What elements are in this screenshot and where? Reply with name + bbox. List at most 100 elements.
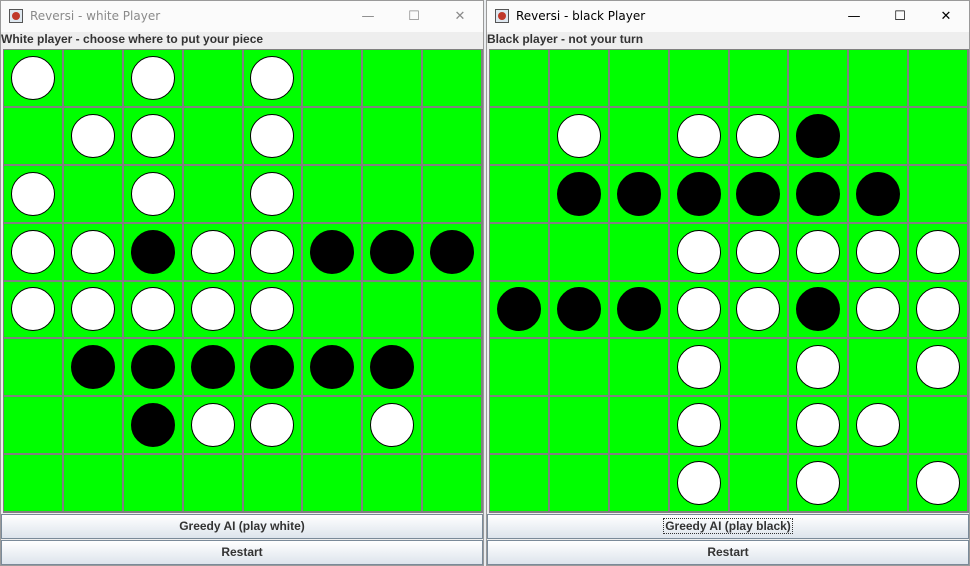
close-icon[interactable]: ✕ — [437, 1, 483, 32]
board-cell[interactable] — [549, 165, 610, 224]
board-cell[interactable] — [729, 50, 790, 108]
maximize-icon[interactable]: ☐ — [391, 1, 437, 32]
board-cell[interactable] — [849, 339, 910, 398]
board-cell[interactable] — [63, 281, 124, 340]
board-cell[interactable] — [243, 339, 304, 398]
board-cell[interactable] — [4, 455, 64, 513]
board-cell[interactable] — [183, 281, 244, 340]
board-cell[interactable] — [183, 223, 244, 282]
board-cell[interactable] — [363, 223, 424, 282]
board-cell[interactable] — [4, 107, 64, 166]
minimize-icon[interactable]: — — [345, 1, 391, 32]
board-cell[interactable] — [669, 50, 730, 108]
board-cell[interactable] — [549, 339, 610, 398]
board-cell[interactable] — [63, 50, 124, 108]
board-cell[interactable] — [849, 50, 910, 108]
board-cell[interactable] — [549, 281, 610, 340]
board-cell[interactable] — [123, 339, 184, 398]
board-cell[interactable] — [669, 223, 730, 282]
board-cell[interactable] — [490, 223, 550, 282]
board-cell[interactable] — [363, 281, 424, 340]
board-cell[interactable] — [549, 50, 610, 108]
board-cell[interactable] — [609, 397, 670, 456]
board-cell[interactable] — [303, 339, 364, 398]
board-cell[interactable] — [609, 165, 670, 224]
board-cell[interactable] — [123, 50, 184, 108]
titlebar[interactable]: Reversi - black Player — ☐ ✕ — [487, 1, 969, 32]
board-cell[interactable] — [909, 165, 969, 224]
board-cell[interactable] — [243, 223, 304, 282]
board-cell[interactable] — [729, 455, 790, 513]
board-cell[interactable] — [363, 397, 424, 456]
board-cell[interactable] — [4, 165, 64, 224]
board-cell[interactable] — [909, 339, 969, 398]
board-cell[interactable] — [363, 455, 424, 513]
board-cell[interactable] — [303, 455, 364, 513]
restart-button[interactable]: Restart — [1, 540, 483, 565]
board-cell[interactable] — [789, 281, 850, 340]
board-cell[interactable] — [123, 165, 184, 224]
board-cell[interactable] — [4, 397, 64, 456]
board-cell[interactable] — [363, 339, 424, 398]
board-cell[interactable] — [123, 107, 184, 166]
board-cell[interactable] — [789, 339, 850, 398]
board-cell[interactable] — [183, 50, 244, 108]
board-cell[interactable] — [789, 455, 850, 513]
board-cell[interactable] — [609, 50, 670, 108]
titlebar[interactable]: Reversi - white Player — ☐ ✕ — [1, 1, 483, 32]
board-cell[interactable] — [609, 455, 670, 513]
board-cell[interactable] — [849, 107, 910, 166]
board-cell[interactable] — [243, 397, 304, 456]
board-cell[interactable] — [549, 223, 610, 282]
board-cell[interactable] — [729, 281, 790, 340]
board-cell[interactable] — [909, 397, 969, 456]
board-cell[interactable] — [243, 107, 304, 166]
board-cell[interactable] — [669, 397, 730, 456]
restart-button[interactable]: Restart — [487, 540, 969, 565]
board-cell[interactable] — [243, 455, 304, 513]
board-cell[interactable] — [849, 223, 910, 282]
board-cell[interactable] — [303, 397, 364, 456]
board-cell[interactable] — [549, 455, 610, 513]
board-cell[interactable] — [909, 107, 969, 166]
board-cell[interactable] — [849, 397, 910, 456]
board-cell[interactable] — [303, 50, 364, 108]
board-cell[interactable] — [789, 107, 850, 166]
board-cell[interactable] — [423, 455, 483, 513]
board-cell[interactable] — [63, 223, 124, 282]
board-cell[interactable] — [849, 455, 910, 513]
board-cell[interactable] — [849, 281, 910, 340]
board-cell[interactable] — [490, 281, 550, 340]
board-cell[interactable] — [123, 281, 184, 340]
board-cell[interactable] — [183, 339, 244, 398]
board-cell[interactable] — [123, 455, 184, 513]
board-cell[interactable] — [363, 107, 424, 166]
maximize-icon[interactable]: ☐ — [877, 1, 923, 32]
board-cell[interactable] — [123, 223, 184, 282]
board-cell[interactable] — [729, 223, 790, 282]
board-cell[interactable] — [243, 50, 304, 108]
board-cell[interactable] — [303, 281, 364, 340]
board-cell[interactable] — [63, 455, 124, 513]
board-cell[interactable] — [183, 455, 244, 513]
board-cell[interactable] — [303, 223, 364, 282]
board-cell[interactable] — [609, 107, 670, 166]
board-cell[interactable] — [729, 339, 790, 398]
board-cell[interactable] — [303, 165, 364, 224]
board-cell[interactable] — [609, 281, 670, 340]
board-cell[interactable] — [183, 397, 244, 456]
board-cell[interactable] — [4, 50, 64, 108]
board-cell[interactable] — [363, 50, 424, 108]
board-cell[interactable] — [423, 165, 483, 224]
board-cell[interactable] — [490, 339, 550, 398]
board-cell[interactable] — [490, 455, 550, 513]
board-cell[interactable] — [63, 339, 124, 398]
board-cell[interactable] — [63, 165, 124, 224]
board-cell[interactable] — [243, 281, 304, 340]
board-cell[interactable] — [849, 165, 910, 224]
board-cell[interactable] — [63, 107, 124, 166]
board-cell[interactable] — [4, 281, 64, 340]
board-cell[interactable] — [490, 165, 550, 224]
board-cell[interactable] — [4, 223, 64, 282]
board-cell[interactable] — [909, 281, 969, 340]
